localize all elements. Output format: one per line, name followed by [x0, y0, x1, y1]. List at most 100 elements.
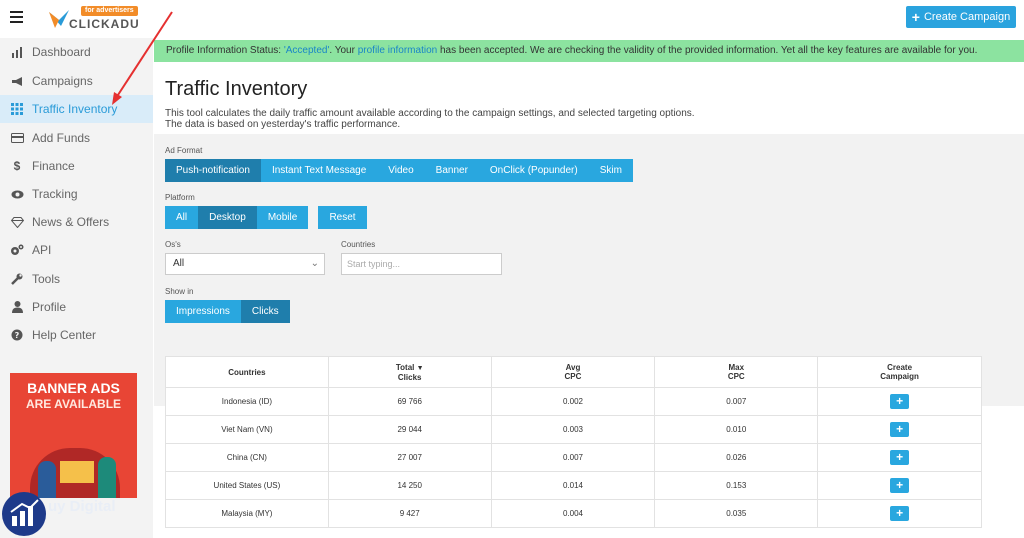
- ad-format-label: Ad Format: [165, 146, 203, 155]
- ad-format-push-notification[interactable]: Push-notification: [165, 159, 261, 182]
- ad-format-onclick-popunder[interactable]: OnClick (Popunder): [478, 159, 589, 182]
- header-line: Total: [395, 362, 415, 372]
- cell-total-clicks: 9 427: [327, 499, 492, 528]
- header-total-clicks[interactable]: Total ▼ Clicks: [327, 356, 492, 388]
- add-campaign-button[interactable]: +: [890, 394, 910, 409]
- cell-total-clicks: 69 766: [327, 387, 492, 416]
- cell-country: Malaysia (MY): [165, 499, 329, 528]
- gears-icon: [10, 243, 24, 257]
- logo-bird-icon: [49, 10, 69, 28]
- sidebar-item-add-funds[interactable]: Add Funds: [0, 124, 153, 152]
- clickadu-logo[interactable]: for advertisers CLICKADU: [47, 6, 147, 32]
- sidebar-item-label: Dashboard: [32, 45, 91, 59]
- cell-max-cpc: 0.153: [654, 471, 819, 500]
- platform-label: Platform: [165, 193, 195, 202]
- watermark-logo-icon: [2, 492, 46, 536]
- profile-information-link[interactable]: profile information: [358, 45, 437, 56]
- add-campaign-button[interactable]: +: [890, 506, 910, 521]
- logo-text: CLICKADU: [69, 17, 140, 31]
- cell-max-cpc: 0.010: [654, 415, 819, 444]
- cell-country: United States (US): [165, 471, 329, 500]
- sidebar-item-tools[interactable]: Tools: [0, 265, 153, 293]
- notice-suffix: has been accepted. We are checking the v…: [437, 45, 978, 56]
- platform-desktop[interactable]: Desktop: [198, 206, 257, 229]
- add-campaign-button[interactable]: +: [890, 422, 910, 437]
- cell-avg-cpc: 0.002: [490, 387, 656, 416]
- table-row: Malaysia (MY) 9 427 0.004 0.035 +: [165, 499, 982, 528]
- cell-avg-cpc: 0.007: [490, 443, 656, 472]
- header-countries[interactable]: Countries: [165, 356, 329, 388]
- page-title: Traffic Inventory: [165, 78, 308, 100]
- show-in-label: Show in: [165, 287, 194, 296]
- sidebar-item-traffic-inventory[interactable]: Traffic Inventory: [0, 95, 153, 123]
- sidebar-item-dashboard[interactable]: Dashboard: [0, 38, 153, 66]
- notice-middle: . Your: [329, 45, 358, 56]
- cell-country: Indonesia (ID): [165, 387, 329, 416]
- sidebar-item-help-center[interactable]: ? Help Center: [0, 321, 153, 349]
- credit-card-icon: [10, 131, 24, 145]
- countries-input[interactable]: Start typing...: [341, 253, 502, 275]
- add-campaign-button[interactable]: +: [890, 450, 910, 465]
- ad-format-video[interactable]: Video: [377, 159, 425, 182]
- ad-format-banner[interactable]: Banner: [424, 159, 479, 182]
- cell-create: +: [817, 443, 982, 472]
- hamburger-menu-icon[interactable]: [10, 11, 23, 23]
- main-content: Traffic Inventory This tool calculates t…: [154, 62, 1024, 538]
- cell-max-cpc: 0.026: [654, 443, 819, 472]
- cell-avg-cpc: 0.014: [490, 471, 656, 500]
- top-bar: for advertisers CLICKADU + Create Campai…: [0, 0, 1024, 38]
- sidebar-item-label: Finance: [32, 159, 75, 173]
- header-line: Max: [728, 363, 745, 372]
- cell-country: China (CN): [165, 443, 329, 472]
- cell-create: +: [817, 499, 982, 528]
- eye-icon: [10, 187, 24, 201]
- logo-tagline: for advertisers: [81, 6, 138, 16]
- header-line: Campaign: [880, 372, 919, 381]
- banner-title: BANNER ADS: [27, 380, 120, 396]
- header-line: Countries: [228, 367, 266, 377]
- sidebar-item-news-offers[interactable]: News & Offers: [0, 208, 153, 236]
- sidebar-item-api[interactable]: API: [0, 236, 153, 264]
- sidebar-item-label: Campaigns: [32, 74, 93, 88]
- ad-format-instant-text-message[interactable]: Instant Text Message: [260, 159, 378, 182]
- sidebar-item-label: Tools: [32, 272, 61, 286]
- platform-mobile[interactable]: Mobile: [256, 206, 309, 229]
- create-campaign-button[interactable]: + Create Campaign: [906, 6, 1016, 28]
- cell-max-cpc: 0.035: [654, 499, 819, 528]
- header-avg-cpc[interactable]: Avg CPC: [490, 356, 656, 388]
- sidebar-item-label: News & Offers: [32, 215, 110, 229]
- sidebar-item-tracking[interactable]: Tracking: [0, 180, 153, 208]
- add-campaign-button[interactable]: +: [890, 478, 910, 493]
- os-select-value: All: [173, 258, 185, 269]
- sort-desc-icon: ▼: [416, 364, 424, 372]
- user-icon: [10, 300, 24, 314]
- sidebar-item-campaigns[interactable]: Campaigns: [0, 67, 153, 95]
- sidebar-item-label: Profile: [32, 300, 67, 314]
- notice-status: 'Accepted': [283, 45, 330, 56]
- sidebar-item-finance[interactable]: $ Finance: [0, 152, 153, 180]
- watermark: uy Digital: [0, 488, 153, 538]
- traffic-table: Countries Total ▼ Clicks Avg CPC Max CPC Cr…: [165, 356, 982, 528]
- sidebar-item-label: Tracking: [32, 187, 78, 201]
- banner-screen: [60, 461, 94, 483]
- os-select[interactable]: All ⌄: [165, 253, 325, 275]
- header-line: Clicks: [397, 372, 422, 382]
- watermark-text: uy Digital: [48, 498, 116, 515]
- banner-ads-promo[interactable]: BANNER ADS ARE AVAILABLE: [10, 373, 137, 498]
- svg-text:?: ?: [15, 331, 20, 340]
- sidebar-item-label: API: [32, 243, 52, 257]
- reset-button[interactable]: Reset: [318, 206, 367, 229]
- header-max-cpc[interactable]: Max CPC: [654, 356, 819, 388]
- cell-country: Viet Nam (VN): [165, 415, 329, 444]
- show-in-impressions[interactable]: Impressions: [165, 300, 241, 323]
- show-in-clicks[interactable]: Clicks: [240, 300, 290, 323]
- sidebar-item-label: Add Funds: [32, 131, 91, 145]
- dollar-icon: $: [13, 159, 21, 173]
- ad-format-skim[interactable]: Skim: [588, 159, 633, 182]
- grid-icon: [10, 102, 24, 116]
- platform-all[interactable]: All: [165, 206, 199, 229]
- description-line: This tool calculates the daily traffic a…: [165, 108, 695, 119]
- platform-selector: All Desktop Mobile: [165, 206, 309, 229]
- sidebar-item-profile[interactable]: Profile: [0, 293, 153, 321]
- table-row: United States (US) 14 250 0.014 0.153 +: [165, 471, 982, 500]
